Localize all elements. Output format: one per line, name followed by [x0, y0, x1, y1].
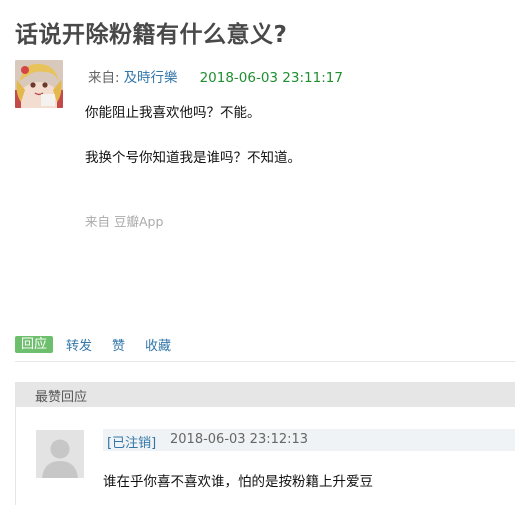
default-user-icon: [36, 430, 84, 478]
collect-link[interactable]: 收藏: [145, 335, 171, 354]
from-label: 来自:: [88, 70, 120, 86]
post-meta: 来自: 及時行樂 2018-06-03 23:11:17: [88, 66, 343, 86]
actions-divider: [15, 361, 515, 362]
repost-link[interactable]: 转发: [66, 335, 92, 354]
like-link[interactable]: 赞: [112, 335, 125, 354]
comment-meta: [已注销] 2018-06-03 23:12:13: [103, 429, 515, 451]
post-body-line-2: 我换个号你知道我是谁吗？不知道。: [85, 150, 301, 166]
comments-header: 最赞回应: [15, 382, 515, 407]
comment-text: 谁在乎你喜不喜欢谁，怕的是按粉籍上升爱豆: [103, 474, 373, 490]
comment-avatar[interactable]: [36, 430, 84, 478]
author-avatar[interactable]: [15, 60, 63, 108]
post-date: 2018-06-03 23:11:17: [199, 70, 343, 86]
author-link[interactable]: 及時行樂: [124, 70, 178, 86]
post-body-line-1: 你能阻止我喜欢他吗？不能。: [85, 105, 261, 121]
comment-date: 2018-06-03 23:12:13: [170, 432, 309, 447]
page-title: 话说开除粉籍有什么意义?: [15, 22, 288, 48]
post-source: 来自 豆瓣App: [85, 214, 164, 229]
reply-button[interactable]: 回应: [15, 335, 54, 353]
comments-header-label: 最赞回应: [35, 390, 88, 405]
comment-user-link[interactable]: [已注销]: [107, 432, 156, 451]
anime-girl-avatar-icon: [15, 60, 63, 108]
comment-block-rule: [15, 407, 16, 505]
post-actions: 回应 转发 赞 收藏: [15, 335, 171, 354]
